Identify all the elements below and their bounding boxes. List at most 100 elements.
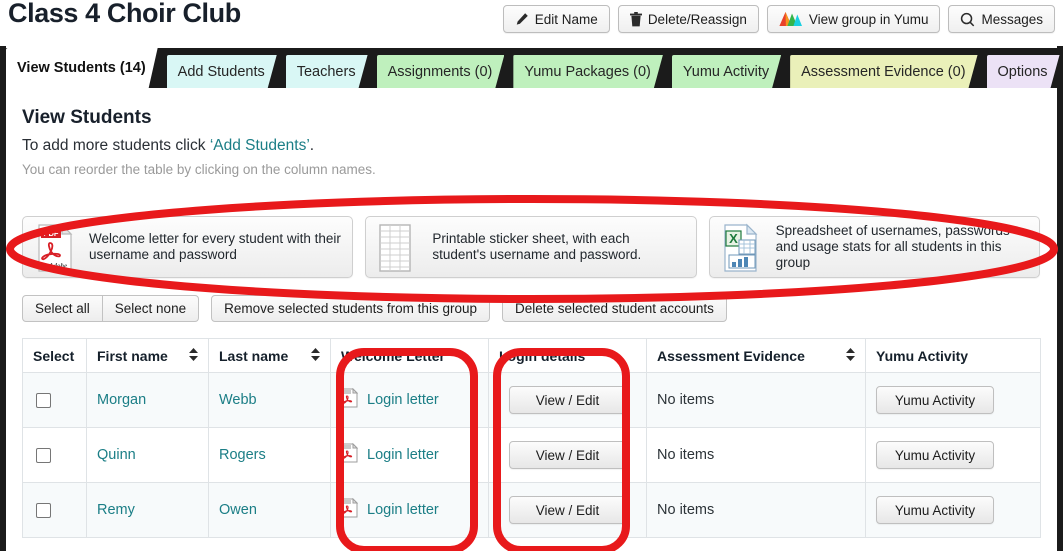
welcome-letter-card[interactable]: PDF Adobe Welcome letter for every stude… (22, 216, 354, 278)
yumu-activity-button[interactable]: Yumu Activity (876, 496, 994, 524)
page-header: Class 4 Choir Club Edit Name Delete/Reas… (0, 0, 1063, 46)
row-yumu-activity-cell: Yumu Activity (865, 482, 1041, 538)
excel-file-icon: X (720, 223, 764, 272)
yumu-logo-icon (779, 11, 803, 27)
table-row: Morgan Webb Login letter View / Edit No … (22, 372, 1041, 428)
column-header-login-details: Login details (488, 338, 647, 373)
column-header-first-name-label: First name (97, 347, 168, 364)
remove-selected-students-button[interactable]: Remove selected students from this group (211, 295, 490, 322)
row-select-cell (22, 427, 87, 483)
tab-yumu-activity-label: Yumu Activity (682, 63, 770, 80)
tab-options[interactable]: Options (987, 55, 1060, 88)
students-table-body: Morgan Webb Login letter View / Edit No … (22, 372, 1041, 538)
sticker-sheet-card[interactable]: Printable sticker sheet, with each stude… (365, 216, 697, 278)
student-first-name-link[interactable]: Morgan (97, 392, 146, 408)
column-header-select-label: Select (33, 347, 75, 364)
add-students-instruction-suffix: . (309, 137, 315, 154)
tab-yumu-packages-label: Yumu Packages (0) (524, 63, 651, 80)
tab-strip: View Students (14) Add Students Teachers… (6, 48, 1057, 88)
table-row: Quinn Rogers Login letter View / Edit No… (22, 427, 1041, 483)
row-select-checkbox[interactable] (36, 447, 51, 463)
select-all-button[interactable]: Select all (22, 295, 103, 322)
content-panel: View Students To add more students click… (6, 88, 1057, 551)
tab-yumu-activity[interactable]: Yumu Activity (672, 55, 781, 88)
column-header-last-name[interactable]: Last name (208, 338, 331, 373)
row-yumu-activity-cell: Yumu Activity (865, 427, 1041, 483)
select-none-button[interactable]: Select none (102, 295, 200, 322)
delete-reassign-label: Delete/Reassign (647, 11, 747, 27)
page-root: Class 4 Choir Club Edit Name Delete/Reas… (0, 0, 1063, 551)
row-select-checkbox[interactable] (36, 392, 51, 408)
column-header-assessment-evidence[interactable]: Assessment Evidence (646, 338, 866, 373)
messages-button[interactable]: Messages (948, 5, 1055, 33)
tab-view-students-label: View Students (14) (17, 60, 146, 76)
svg-text:PDF: PDF (44, 229, 59, 238)
yumu-activity-button[interactable]: Yumu Activity (876, 386, 994, 414)
add-students-instruction-prefix: To add more students click (22, 137, 210, 154)
table-header-row: Select First name Last name Welcome Lett… (22, 338, 1041, 373)
add-students-instruction: To add more students click ‘Add Students… (22, 137, 314, 155)
sticker-sheet-icon (376, 223, 420, 272)
edit-name-label: Edit Name (534, 11, 598, 27)
tab-options-label: Options (997, 63, 1048, 80)
svg-text:X: X (729, 231, 738, 246)
row-first-name-cell: Morgan (86, 372, 209, 428)
tab-view-students[interactable]: View Students (14) (6, 48, 158, 88)
edit-name-button[interactable]: Edit Name (502, 5, 610, 33)
view-edit-button[interactable]: View / Edit (508, 386, 627, 414)
tab-teachers[interactable]: Teachers (286, 55, 368, 88)
add-students-link[interactable]: ‘Add Students’ (210, 137, 310, 154)
column-header-first-name[interactable]: First name (86, 338, 209, 373)
messages-label: Messages (981, 11, 1043, 27)
document-cards-row: PDF Adobe Welcome letter for every stude… (22, 216, 1040, 278)
login-letter-label: Login letter (367, 392, 439, 408)
tab-add-students[interactable]: Add Students (167, 55, 277, 88)
column-header-yumu-activity: Yumu Activity (865, 338, 1041, 373)
welcome-letter-card-label: Welcome letter for every student with th… (89, 231, 341, 262)
students-table-wrapper: Select First name Last name Welcome Lett… (22, 338, 1041, 538)
sort-arrows-icon (846, 347, 855, 364)
svg-text:Adobe: Adobe (48, 262, 67, 270)
students-table-head: Select First name Last name Welcome Lett… (22, 338, 1041, 373)
student-last-name-link[interactable]: Rogers (219, 447, 266, 463)
view-edit-button[interactable]: View / Edit (508, 441, 627, 469)
pdf-small-icon (341, 442, 359, 467)
row-first-name-cell: Remy (86, 482, 209, 538)
login-letter-link[interactable]: Login letter (341, 497, 478, 522)
student-first-name-link[interactable]: Remy (97, 502, 135, 518)
delete-selected-accounts-button[interactable]: Delete selected student accounts (501, 295, 727, 322)
student-first-name-link[interactable]: Quinn (97, 447, 136, 463)
row-last-name-cell: Webb (208, 372, 331, 428)
tab-assignments[interactable]: Assignments (0) (377, 55, 505, 88)
spreadsheet-card[interactable]: X Spreadsheet of usernames, passwords an… (708, 216, 1040, 278)
view-edit-button[interactable]: View / Edit (508, 496, 627, 524)
column-header-select: Select (22, 338, 87, 373)
row-login-details-cell: View / Edit (488, 482, 647, 538)
login-letter-link[interactable]: Login letter (341, 442, 478, 467)
row-login-details-cell: View / Edit (488, 427, 647, 483)
student-last-name-link[interactable]: Webb (219, 392, 257, 408)
view-group-in-yumu-label: View group in Yumu (808, 11, 929, 27)
yumu-activity-button[interactable]: Yumu Activity (876, 441, 994, 469)
search-icon (960, 12, 975, 27)
tab-assessment-evidence[interactable]: Assessment Evidence (0) (790, 55, 977, 88)
tab-teachers-label: Teachers (296, 63, 356, 80)
column-header-welcome-letter: Welcome Letter (330, 338, 489, 373)
table-row: Remy Owen Login letter View / Edit No it… (22, 482, 1041, 538)
tab-list: View Students (14) Add Students Teachers… (6, 52, 1063, 88)
row-first-name-cell: Quinn (86, 427, 209, 483)
header-action-buttons: Edit Name Delete/Reassign View group in … (502, 5, 1055, 33)
column-header-last-name-label: Last name (219, 347, 289, 364)
tab-yumu-packages[interactable]: Yumu Packages (0) (513, 55, 663, 88)
page-title: Class 4 Choir Club (8, 0, 241, 28)
delete-reassign-button[interactable]: Delete/Reassign (617, 5, 759, 33)
column-header-login-details-label: Login details (499, 347, 586, 364)
view-group-in-yumu-button[interactable]: View group in Yumu (766, 5, 941, 33)
row-select-checkbox[interactable] (36, 502, 51, 518)
student-last-name-link[interactable]: Owen (219, 502, 257, 518)
row-last-name-cell: Owen (208, 482, 331, 538)
login-letter-link[interactable]: Login letter (341, 387, 478, 412)
row-yumu-activity-cell: Yumu Activity (865, 372, 1041, 428)
row-welcome-letter-cell: Login letter (330, 427, 489, 483)
pdf-file-icon: PDF Adobe (33, 223, 77, 272)
